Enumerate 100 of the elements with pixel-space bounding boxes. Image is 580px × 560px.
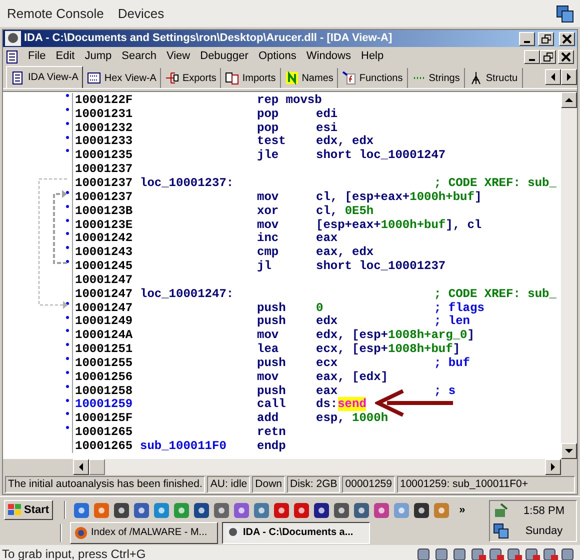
tab[interactable]: IDA View-A [6,66,84,88]
app-icon [94,502,110,518]
menu-item[interactable]: Debugger [200,48,248,65]
operand-text: edx, [esp+1008h+arg_0] [316,327,474,343]
close-button[interactable] [558,50,574,64]
minimize-button[interactable] [524,50,540,64]
device-icon [524,546,540,560]
app-icon [214,502,230,518]
tab[interactable]: Exports [161,68,222,88]
mnemonic-text: lea [257,341,280,357]
app-icon [354,502,370,518]
left-arrow-icon [549,72,557,82]
tab[interactable]: Strings [408,68,465,88]
status-text: 10001259: sub_100011F0+ [396,476,575,493]
vertical-scrollbar[interactable] [561,92,577,459]
app-icon [114,502,130,518]
menu-item[interactable]: Devices [118,4,164,24]
menu-item[interactable]: Options [258,48,296,65]
minimize-button[interactable] [519,32,535,46]
device-icon [416,546,432,560]
mnemonic-text: add [257,410,280,427]
restore-button[interactable] [538,32,554,46]
globe-icon [74,526,88,540]
device-icon [434,546,450,560]
operand-text: cl, [esp+eax+1000h+buf] [316,188,482,205]
mnemonic-text: jle [257,147,280,164]
operand-text: short loc_10001247 [316,147,446,164]
address-text: 10001265 [75,424,134,441]
app-icon [154,502,170,518]
menu-item[interactable]: Windows [306,48,351,65]
menu-item[interactable]: View [166,48,190,65]
left-arrow-icon [78,463,84,471]
status-text: The initial autoanalysis has been finished. [5,476,206,493]
function-icon [342,71,356,85]
portrait-icon [226,526,240,540]
app-icon [334,502,350,518]
label-text: loc_10001237: [140,174,235,192]
label-text: sub_100011F0 [140,438,228,456]
app-icon [394,502,410,518]
comment-text: ; flags [434,300,484,315]
operand-text: edx [316,313,339,329]
scroll-left-button[interactable] [545,69,561,85]
address-text: 10001243 [75,244,134,261]
status-text: 00001259 [342,476,395,493]
comment-text: ; CODE XREF: sub_ [434,286,556,302]
tab[interactable]: Imports [221,68,281,88]
menu-item[interactable]: Jump [84,48,112,65]
app-icon [194,502,210,518]
restore-icon [541,34,551,44]
address-text: 10001259 [75,396,134,413]
menu-item[interactable]: Remote Console [7,4,104,24]
status-text: Disk: 2GB [287,476,340,493]
binary-icon [87,71,102,85]
operand-text: short loc_10001237 [316,258,446,276]
operand-text: edx, edx [316,133,375,149]
app-icon [254,502,270,518]
device-icon [560,546,576,560]
app-icon [434,502,450,518]
operand-text: edi [316,106,339,122]
more-button[interactable]: » [459,502,466,518]
mnemonic-text: test [257,134,287,149]
address-text: 10001242 [75,230,134,247]
scroll-left-button[interactable] [73,459,89,475]
restore-icon [543,52,553,62]
menu-item[interactable]: Edit [56,48,75,65]
minimize-icon [524,40,530,42]
tab[interactable]: Hex View-A [83,68,162,88]
tab[interactable]: Functions [338,68,408,88]
task-button[interactable]: IDA - C:\Documents a... [222,522,370,544]
device-icon [542,546,558,560]
menu-item[interactable]: File [28,48,46,65]
app-icon [174,502,190,518]
minimize-icon [529,58,535,60]
horizontal-scrollbar[interactable] [73,459,561,475]
task-button[interactable]: Index of /MALWARE - M... [70,522,218,544]
operand-text: esp, 1000h [316,410,390,428]
app-icon [74,502,90,518]
operand-text: ecx, [esp+1008h+buf] [316,341,460,357]
address-text: 10001233 [75,133,134,150]
close-button[interactable] [559,32,575,46]
menu-item[interactable]: Search [122,48,156,65]
windows-flag-icon [8,504,22,516]
scroll-down-button[interactable] [561,443,577,459]
day-text: Sunday [524,524,564,539]
restore-button[interactable] [540,50,556,64]
scroll-thumb[interactable] [89,459,105,475]
device-icon [470,546,486,560]
scroll-right-button[interactable] [545,459,561,475]
operand-text: cl, 0E5h [316,202,375,219]
app-icon [274,502,290,518]
mnemonic-text: push [257,382,287,398]
scroll-up-button[interactable] [561,92,577,108]
scroll-right-button[interactable] [561,69,577,85]
window-title: IDA - C:\Documents and Settings\ron\Desktop\Arucer.dll - [IDA View-A] [24,31,392,46]
tab[interactable]: Structu [464,68,523,88]
device-icon [506,546,522,560]
start-button[interactable]: Start [4,500,54,520]
tab[interactable]: Names [280,68,338,88]
portrait-icon [5,31,21,46]
menu-item[interactable]: Help [361,48,384,65]
